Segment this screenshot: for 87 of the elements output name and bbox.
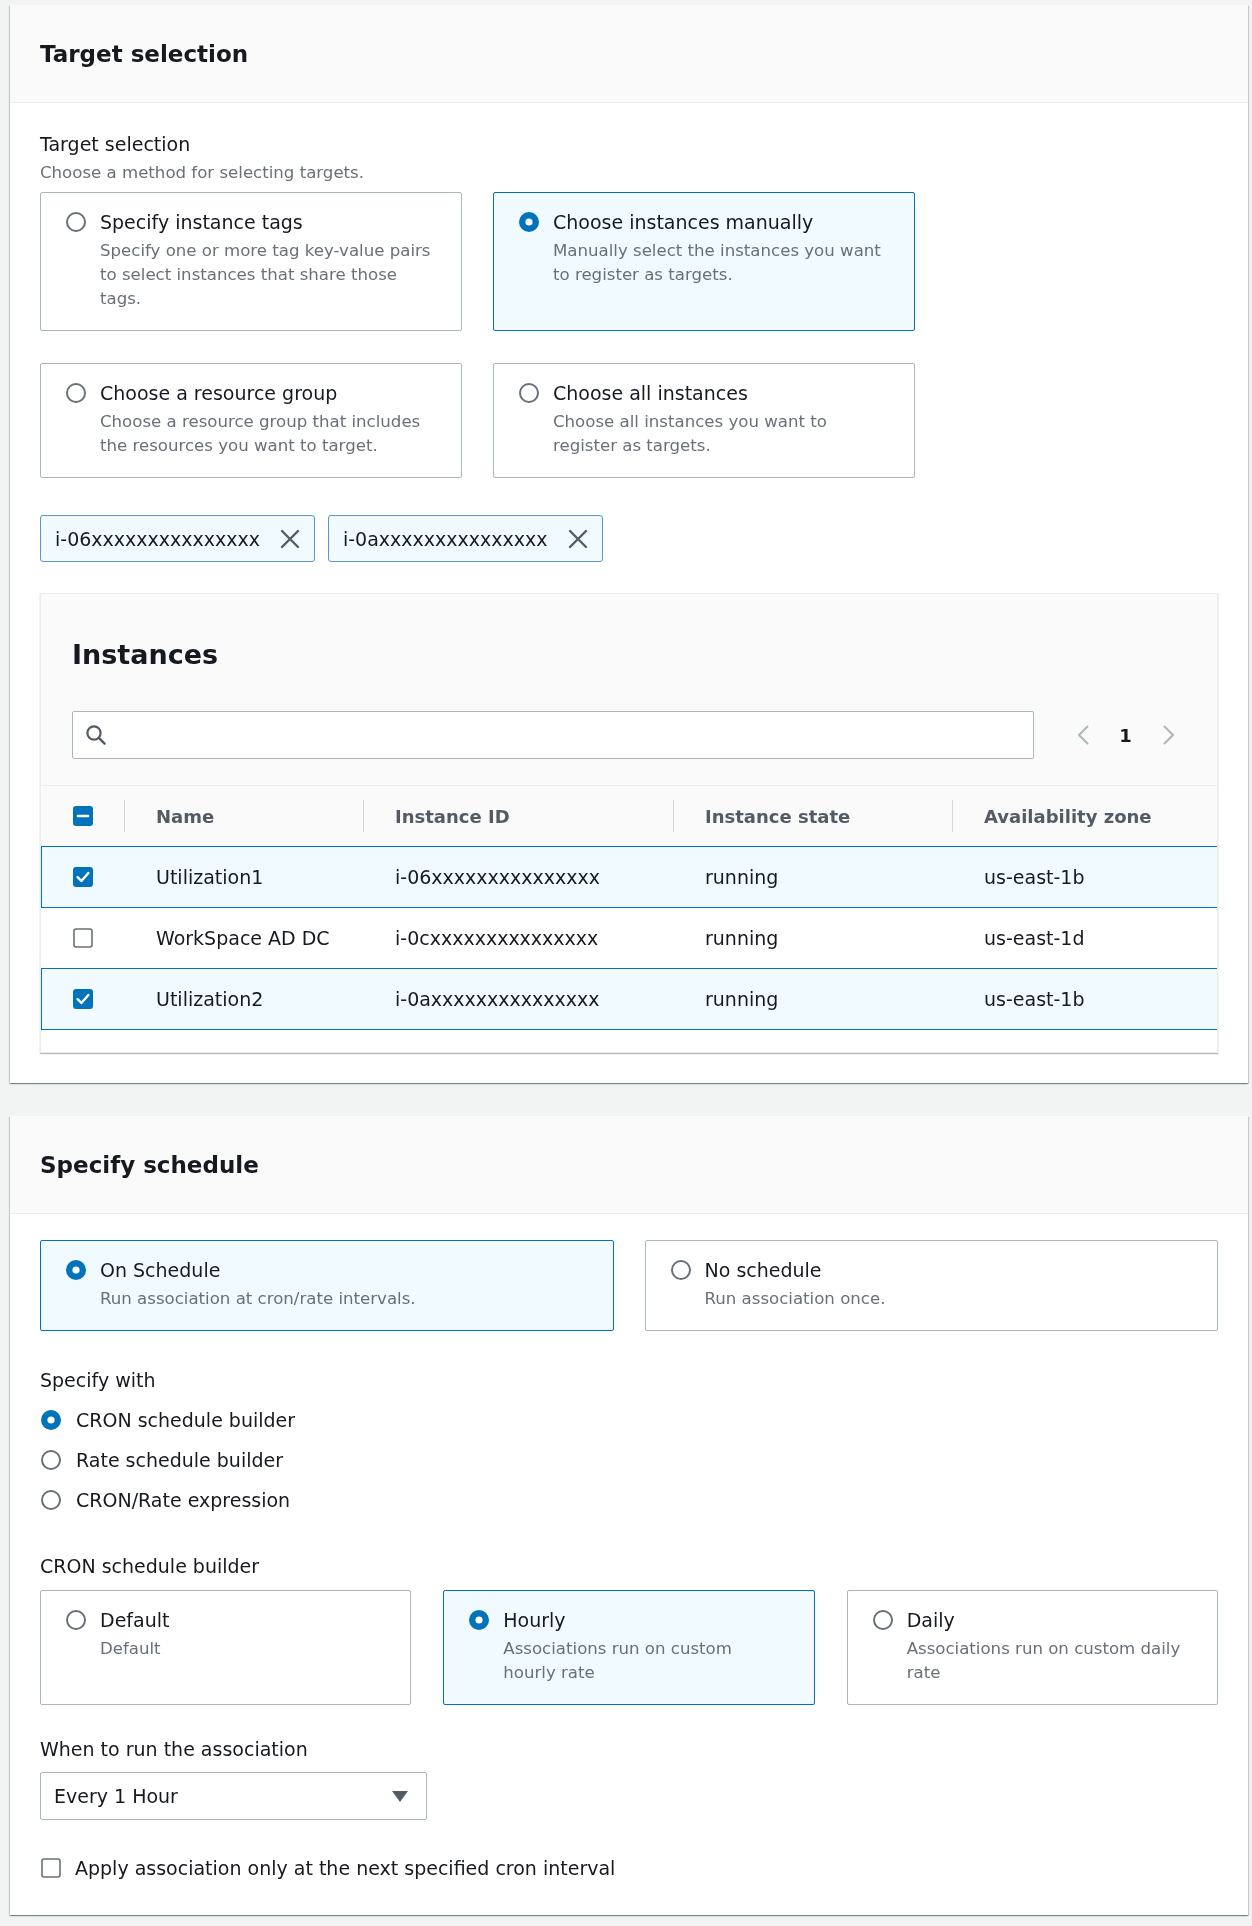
option-title: Specify instance tags — [100, 210, 304, 235]
table-cell-text: us-east-1b — [983, 988, 1086, 1010]
checkbox[interactable] — [41, 1858, 61, 1878]
field-description: Choose a method for selecting targets. — [40, 162, 366, 184]
table-cell-text: running — [704, 988, 780, 1010]
option-description: Run association at cron/rate intervals. — [100, 1288, 416, 1310]
option-description: Associations run on custom daily rate — [906, 1638, 1182, 1684]
radio-button[interactable] — [872, 1610, 893, 1630]
radio-button[interactable] — [519, 383, 539, 403]
column-header[interactable]: Availability zone — [952, 800, 1217, 832]
close-icon — [567, 528, 588, 549]
option-description: Manually select the instances you want to register as targets. — [553, 240, 882, 286]
option-title: Daily — [906, 1608, 956, 1633]
table-row[interactable]: Utilization2 i-0axxxxxxxxxxxxxxx running us-east-1b — [41, 968, 1217, 1030]
option-title: Choose a resource group — [100, 381, 339, 406]
select-value: Every 1 Hour — [54, 1785, 178, 1807]
option-description: Default — [100, 1638, 162, 1660]
panel-title: Target selection — [40, 39, 249, 69]
caret-icon — [392, 1790, 408, 1802]
option-title: Choose instances manually — [553, 210, 815, 235]
option-card[interactable]: Default Default — [40, 1590, 412, 1705]
radio-button[interactable] — [66, 383, 86, 403]
table-cell-text: us-east-1b — [983, 866, 1086, 888]
remove-token-button[interactable] — [280, 528, 300, 549]
remove-token-button[interactable] — [567, 528, 588, 549]
radio-option[interactable]: CRON/Rate expression — [40, 1480, 291, 1520]
option-card[interactable]: Choose a resource group Choose a resource group that includes the resources you want to target. — [40, 363, 462, 478]
search-field[interactable] — [72, 711, 1034, 759]
option-title: Default — [100, 1608, 170, 1633]
checkbox[interactable] — [72, 867, 93, 887]
search-icon — [86, 725, 106, 745]
option-card[interactable]: No schedule Run association once. — [644, 1240, 1218, 1331]
table-cell-text: us-east-1d — [983, 927, 1086, 949]
column-header[interactable]: Instance ID — [363, 800, 673, 832]
token-label: i-0axxxxxxxxxxxxxxx — [343, 527, 548, 550]
close-icon — [280, 528, 300, 549]
option-title: No schedule — [704, 1258, 823, 1283]
radio-button[interactable] — [41, 1450, 61, 1470]
checkbox[interactable] — [72, 989, 93, 1009]
table-row[interactable]: WorkSpace AD DC i-0cxxxxxxxxxxxxxxx running us-east-1d — [41, 907, 1217, 969]
table-cell-text: WorkSpace AD DC — [155, 927, 331, 949]
option-description: Run association once. — [704, 1288, 886, 1310]
option-card[interactable]: Daily Associations run on custom daily rate — [846, 1590, 1218, 1705]
table-cell-text: Utilization2 — [155, 988, 265, 1010]
column-header[interactable]: Name — [124, 800, 363, 832]
table-cell-text: i-06xxxxxxxxxxxxxxx — [394, 866, 601, 888]
option-description: Associations run on custom hourly rate — [503, 1638, 733, 1684]
field-label: When to run the association — [40, 1737, 309, 1761]
option-description: Specify one or more tag key-value pairs to select instances that share those tags. — [100, 240, 432, 310]
table-cell-text: Utilization1 — [155, 866, 265, 888]
option-card[interactable]: Specify instance tags Specify one or more tag key-value pairs to select instances that share those tags. — [40, 192, 462, 331]
table-cell-text: i-0axxxxxxxxxxxxxxx — [394, 988, 601, 1010]
table-cell-text: running — [704, 866, 780, 888]
radio-button[interactable] — [66, 212, 86, 232]
table-title: Instances — [72, 638, 220, 672]
option-description: Choose all instances you want to register as targets. — [553, 411, 828, 457]
option-title: Hourly — [503, 1608, 567, 1633]
option-description: Choose a resource group that includes the resources you want to target. — [100, 411, 422, 457]
option-card[interactable]: On Schedule Run association at cron/rate intervals. — [40, 1240, 614, 1331]
radio-button[interactable] — [670, 1260, 691, 1280]
option-card[interactable]: Hourly Associations run on custom hourly rate — [443, 1590, 815, 1705]
radio-button[interactable] — [66, 1610, 86, 1630]
field-label: CRON schedule builder — [40, 1554, 261, 1578]
table-cell-text: running — [704, 927, 780, 949]
page-number-button[interactable]: 1 — [1104, 715, 1147, 755]
checkbox[interactable] — [72, 928, 93, 948]
checkbox-option[interactable]: Apply association only at the next specified cron interval — [40, 1855, 616, 1881]
select-field[interactable]: Every 1 Hour — [40, 1772, 427, 1820]
option-card[interactable]: Choose instances manually Manually select the instances you want to register as targets. — [493, 192, 915, 331]
token-label: i-06xxxxxxxxxxxxxxx — [55, 527, 260, 550]
field-label: Target selection — [40, 132, 192, 156]
checkbox[interactable] — [72, 806, 93, 826]
option-card[interactable]: Choose all instances Choose all instances you want to register as targets. — [493, 363, 915, 478]
radio-option[interactable]: CRON schedule builder — [40, 1400, 296, 1440]
option-title: Choose all instances — [553, 381, 749, 406]
radio-button[interactable] — [41, 1410, 61, 1430]
radio-button[interactable] — [519, 212, 539, 232]
table-cell-text: i-0cxxxxxxxxxxxxxxx — [394, 927, 600, 949]
column-header[interactable]: Instance state — [673, 800, 952, 832]
radio-option[interactable]: Rate schedule builder — [40, 1440, 283, 1480]
table-row[interactable]: Utilization1 i-06xxxxxxxxxxxxxxx running us-east-1b — [41, 846, 1217, 908]
radio-button[interactable] — [469, 1610, 490, 1630]
panel-title: Specify schedule — [40, 1150, 259, 1180]
radio-button[interactable] — [66, 1260, 86, 1280]
option-title: On Schedule — [100, 1258, 222, 1283]
field-label: Specify with — [40, 1368, 157, 1392]
radio-button[interactable] — [41, 1490, 61, 1510]
